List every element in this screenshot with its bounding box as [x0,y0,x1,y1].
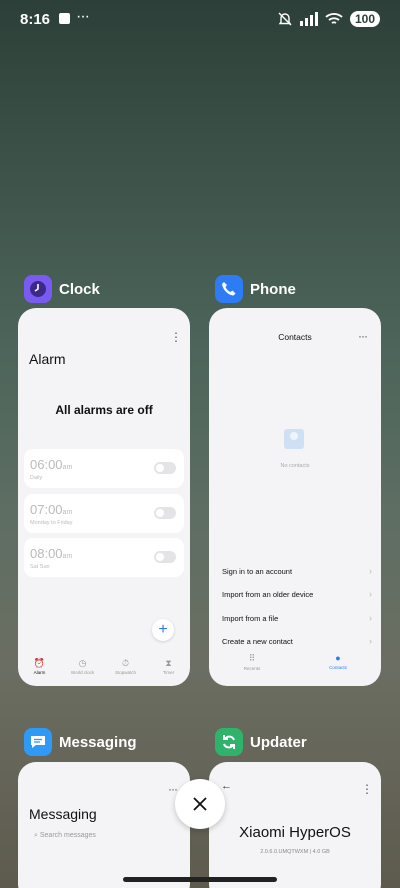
alarm-toggle[interactable] [154,507,176,519]
stopwatch-icon: ⏱ [121,658,130,668]
alarm-row[interactable]: 08:00am Sat Sun [24,538,184,577]
status-bar: 8:16 ··· 100 [0,0,400,40]
os-version-text: 2.0.6.0.UMQTWXM | 4.0 GB [260,849,330,855]
alarm-repeat: Monday to Friday [30,520,73,526]
chevron-right-icon: › [369,636,372,646]
phone-tab-bar: ⠿ Recents ● Contacts [209,653,381,671]
tab-timer[interactable]: ⧗ Timer [147,658,190,683]
contacts-title: Contacts [278,332,312,342]
updater-app-header[interactable]: Updater [215,728,307,756]
hourglass-icon: ⧗ [165,658,172,668]
battery-indicator: 100 [349,11,380,27]
tab-world-clock[interactable]: ◷ World clock [61,658,104,683]
tab-contacts[interactable]: ● Contacts [295,653,381,671]
close-icon [193,797,207,811]
updater-app-name: Updater [250,733,307,751]
alarm-row[interactable]: 07:00am Monday to Friday [24,494,184,533]
phone-app-name: Phone [250,280,296,298]
create-contact-item[interactable]: Create a new contact › [222,636,372,646]
sign-in-account-item[interactable]: Sign in to an account › [222,566,372,576]
more-notifications-icon: ··· [76,8,90,25]
alarm-clock-icon: ⏰ [33,658,46,668]
messaging-app-header[interactable]: Messaging [24,728,137,756]
clock-app-header[interactable]: Clock [24,275,100,303]
tab-recents[interactable]: ⠿ Recents [209,653,295,671]
tab-stopwatch[interactable]: ⏱ Stopwatch [104,658,147,683]
import-older-device-item[interactable]: Import from an older device › [222,589,372,599]
status-time: 8:16 [20,11,51,28]
search-messages-field[interactable]: ⌕ Search messages [34,832,96,840]
home-indicator[interactable] [123,877,277,882]
messaging-title: Messaging [29,806,97,822]
notification-square-icon [59,13,70,24]
alarm-time: 06:00am [30,457,73,472]
alarm-row[interactable]: 06:00am Daily [24,449,184,488]
world-clock-icon: ◷ [78,658,87,668]
more-options-icon[interactable]: ··· [358,329,368,343]
contacts-icon: ● [335,653,341,663]
tab-alarm[interactable]: ⏰ Alarm [18,658,61,683]
phone-app-header[interactable]: Phone [215,275,296,303]
alarm-time: 08:00am [30,546,73,561]
refresh-icon [215,728,243,756]
status-right: 100 [277,11,380,27]
search-icon: ⌕ [34,832,38,839]
chevron-right-icon: › [369,566,372,576]
back-arrow-icon[interactable]: ← [221,780,232,792]
import-file-item[interactable]: Import from a file › [222,613,372,623]
alarm-page-title: Alarm [29,351,66,367]
add-alarm-button[interactable]: + [152,619,174,641]
contact-placeholder-icon [284,429,304,449]
clock-tab-bar: ⏰ Alarm ◷ World clock ⏱ Stopwatch ⧗ Timer [18,658,190,683]
alarm-repeat: Daily [30,475,43,481]
alarm-toggle[interactable] [154,462,176,474]
more-options-icon[interactable]: ··· [168,782,178,796]
messaging-app-name: Messaging [59,733,137,751]
clock-app-name: Clock [59,280,100,298]
chevron-right-icon: › [369,613,372,623]
clear-all-button[interactable] [175,779,225,829]
message-icon [24,728,52,756]
alarms-off-message: All alarms are off [55,403,153,417]
updater-recent-card[interactable]: ← ⋮ Xiaomi HyperOS 2.0.6.0.UMQTWXM | 4.0… [209,762,381,888]
mute-icon [278,12,292,26]
no-contacts-message: No contacts [280,463,310,469]
clock-recent-card[interactable]: ⋮ Alarm All alarms are off 06:00am Daily… [18,308,190,686]
phone-recent-card[interactable]: Contacts ··· No contacts Sign in to an a… [209,308,381,686]
phone-icon [215,275,243,303]
more-options-icon[interactable]: ⋮ [361,782,373,796]
dialpad-icon: ⠿ [248,653,256,663]
more-options-icon[interactable]: ⋮ [170,330,182,344]
alarm-repeat: Sat Sun [30,564,50,570]
messaging-recent-card[interactable]: ··· Messaging ⌕ Search messages [18,762,190,888]
wifi-icon [325,13,343,24]
chevron-right-icon: › [369,589,372,599]
alarm-toggle[interactable] [154,551,176,563]
signal-icon [299,12,318,26]
os-brand-title: Xiaomi HyperOS [239,824,351,841]
clock-icon [24,275,52,303]
alarm-time: 07:00am [30,502,73,517]
